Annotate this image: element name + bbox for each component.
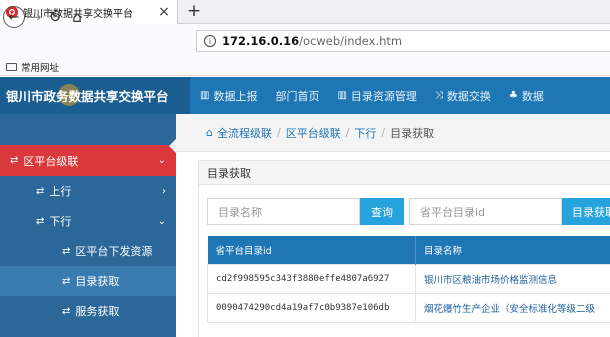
info-icon[interactable]: i [204,35,216,47]
breadcrumb-item[interactable]: 下行 [354,125,376,141]
top-nav: ▥ 数据上报 部门首页 ▥ 目录资源管理 ⤨ 数据交换 ♣ 数据 [190,77,552,114]
shuffle-icon: ⤨ [434,90,443,101]
sitemap-icon: ♣ [508,90,518,101]
exchange-icon: ⇄ [36,185,45,197]
url-host: 172.16.0.16 [222,34,300,48]
folder-icon [6,62,17,71]
nav-item-data-exchange[interactable]: ⤨ 数据交换 [435,88,491,104]
column-header: 省平台目录id [207,236,416,264]
bookmarks-bar: 常用网址 [0,58,610,76]
home-icon: ⌂ [206,126,213,139]
sidebar-item-service-fetch[interactable]: ⇄ 服务获取 [0,296,176,326]
table-cell-name[interactable]: 银川市区粮油市场价格监测信息 [415,263,610,294]
exchange-icon: ⇄ [62,245,71,257]
sidebar: ⇄ 区平台级联 ⌄ ⇄ 上行 › ⇄ 下行 ⌄ ⇄ 区平台下发资源 ⇄ 目录获取… [0,114,176,337]
breadcrumb-separator: / [276,126,281,139]
table-row[interactable]: 0090474290cd4a19af7c0b9387e106db 烟花爆竹生产企… [207,292,610,323]
sidebar-item-region-cascade[interactable]: ⇄ 区平台级联 ⌄ [0,145,176,176]
nav-item-data-report[interactable]: ▥ 数据上报 [200,88,257,104]
bar-chart-icon: ▥ [337,90,347,101]
chevron-down-icon: ⌄ [157,215,166,227]
panel-title: 目录获取 [198,160,610,185]
active-indicator [169,139,176,153]
reload-icon[interactable]: ↻ [44,6,66,28]
new-tab-button[interactable]: + [185,1,203,21]
table-cell-id: 0090474290cd4a19af7c0b9387e106db [207,292,416,323]
exchange-icon: ⇄ [62,275,71,287]
nav-item-dept-home[interactable]: 部门首页 [275,88,319,104]
table-header-row: 省平台目录id 目录名称 [207,236,610,264]
url-path: /ocweb/index.htm [299,34,403,48]
catalog-name-input[interactable]: 目录名称 [207,198,360,225]
breadcrumb-current: 目录获取 [390,126,435,140]
fetch-catalog-button[interactable]: 目录获取 [562,198,610,225]
breadcrumb-item[interactable]: 全流程级联 [217,125,272,141]
exchange-icon: ⇄ [10,155,19,166]
home-icon[interactable]: ⌂ [66,6,88,28]
nav-item-catalog-mgmt[interactable]: ▥ 目录资源管理 [337,88,416,104]
address-bar[interactable]: i 172.16.0.16/ocweb/index.htm [196,30,610,52]
catalog-id-input[interactable]: 省平台目录id [409,198,562,225]
chevron-right-icon: › [162,185,166,197]
table-row[interactable]: cd2f998595c343f3880effe4807a6927 银川市区粮油市… [207,263,610,294]
breadcrumb-separator: / [345,126,350,139]
sidebar-top-strip [0,114,176,145]
breadcrumb-separator: / [381,126,386,139]
breadcrumb-item[interactable]: 区平台级联 [286,125,341,141]
sidebar-item-upstream[interactable]: ⇄ 上行 › [0,176,176,206]
table-cell-id: cd2f998595c343f3880effe4807a6927 [207,263,416,294]
sidebar-item-downstream[interactable]: ⇄ 下行 ⌄ [0,206,176,236]
sidebar-item-catalog-fetch[interactable]: ⇄ 目录获取 [0,266,176,296]
column-header: 目录名称 [415,236,610,264]
brand-title: 银川市政务数据共享交换平台 [0,77,190,114]
exchange-icon: ⇄ [62,305,71,317]
chevron-down-icon: ⌄ [157,155,166,166]
breadcrumb: ⌂ 全流程级联 / 区平台级联 / 下行 / 目录获取 [176,114,610,152]
bar-chart-icon: ▥ [200,90,210,101]
sidebar-item-issued-resources[interactable]: ⇄ 区平台下发资源 [0,236,176,266]
table-cell-name[interactable]: 烟花爆竹生产企业（安全标准化等级二级 [415,292,610,323]
forward-arrow-icon[interactable]: → [24,6,46,28]
back-arrow-icon[interactable]: ← [3,6,25,28]
nav-item-data[interactable]: ♣ 数据 [509,88,544,104]
catalog-table: 省平台目录id 目录名称 cd2f998595c343f3880effe4807… [207,236,610,323]
tab-close-icon[interactable]: × [157,4,171,20]
bookmark-folder[interactable]: 常用网址 [21,60,59,74]
query-button[interactable]: 查询 [360,198,404,225]
exchange-icon: ⇄ [36,215,45,227]
